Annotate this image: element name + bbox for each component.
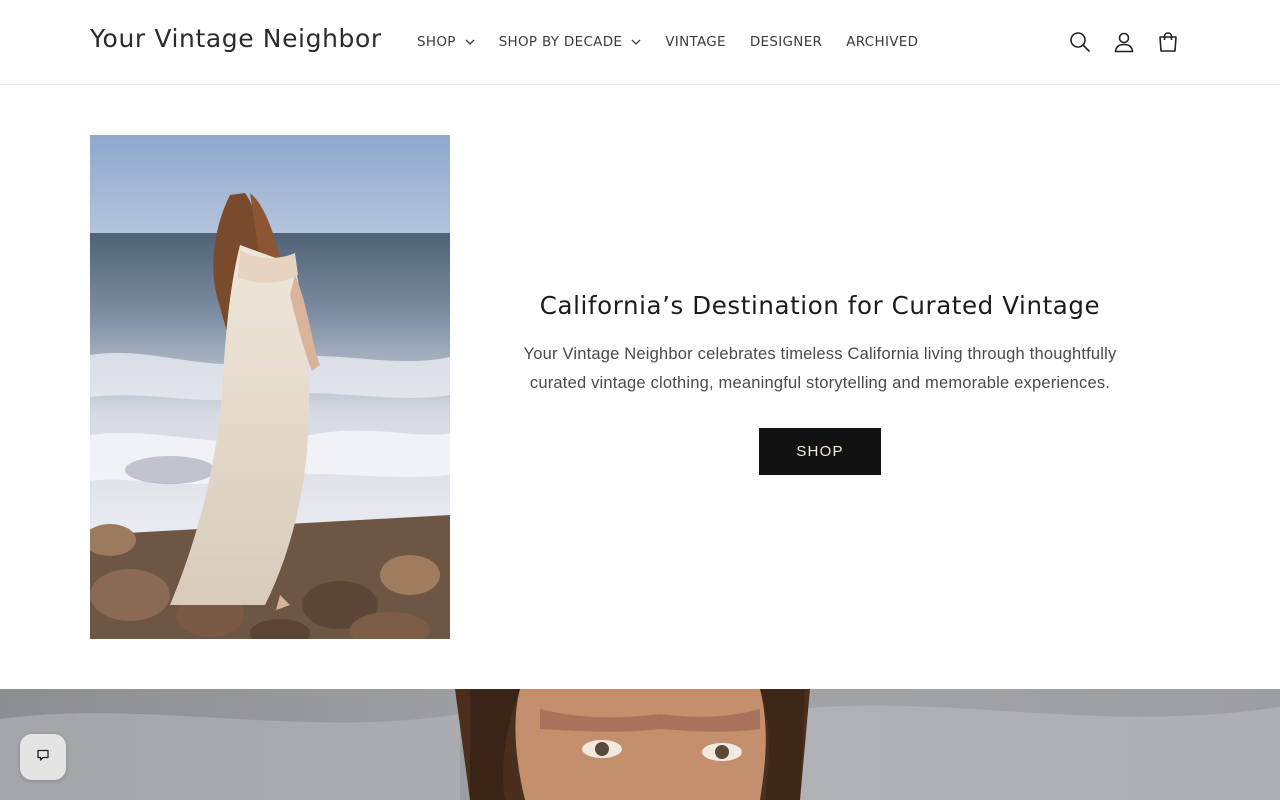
cart-icon[interactable] <box>1146 23 1190 61</box>
nav-designer[interactable]: DESIGNER <box>738 30 834 54</box>
chat-button[interactable] <box>20 734 66 780</box>
hero-description: Your Vintage Neighbor celebrates timeles… <box>523 345 1117 392</box>
site-logo[interactable]: Your Vintage Neighbor <box>90 24 382 53</box>
shop-button[interactable]: SHOP <box>759 428 881 475</box>
hero-title: California’s Destination for Curated Vin… <box>539 291 1101 320</box>
chevron-down-icon <box>465 37 475 47</box>
header-actions <box>1058 23 1190 61</box>
hero-image <box>90 135 450 639</box>
chevron-down-icon <box>631 37 641 47</box>
nav-vintage[interactable]: VINTAGE <box>653 30 738 54</box>
nav-designer-label: DESIGNER <box>749 34 823 50</box>
nav-shop[interactable]: SHOP <box>405 30 487 54</box>
main-nav: SHOP SHOP BY DECADE VINTAGE DESIGNER ARC… <box>405 30 930 54</box>
nav-shop-label: SHOP <box>417 34 456 50</box>
nav-shop-by-decade-label: SHOP BY DECADE <box>498 34 623 50</box>
site-header: Your Vintage Neighbor SHOP SHOP BY DECAD… <box>0 0 1280 85</box>
nav-archived[interactable]: ARCHIVED <box>834 30 930 54</box>
banner-image <box>0 689 1280 800</box>
chat-icon <box>36 748 50 767</box>
hero-content: California’s Destination for Curated Vin… <box>500 280 1140 475</box>
account-icon[interactable] <box>1102 23 1146 61</box>
nav-vintage-label: VINTAGE <box>665 34 726 50</box>
search-icon[interactable] <box>1058 23 1102 61</box>
nav-archived-label: ARCHIVED <box>846 34 919 50</box>
nav-shop-by-decade[interactable]: SHOP BY DECADE <box>487 30 654 54</box>
